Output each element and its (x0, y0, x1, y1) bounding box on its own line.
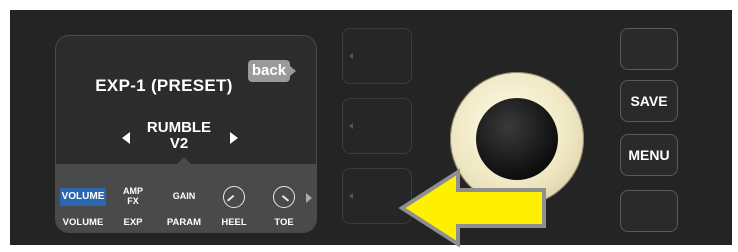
label-heel: HEEL (221, 217, 247, 228)
amp-fx-control[interactable]: AMP FX (116, 186, 150, 206)
soft-button-1[interactable] (342, 28, 412, 84)
label-volume: VOLUME (62, 217, 104, 228)
back-button[interactable]: back (248, 60, 290, 82)
preset-name-line1: RUMBLE (146, 119, 212, 136)
back-arrow-icon (290, 66, 296, 76)
preset-name: RUMBLE V2 (144, 120, 214, 152)
soft-button-2[interactable] (342, 98, 412, 154)
label-exp: EXP (123, 217, 143, 228)
pointer-arrow-icon (398, 168, 546, 248)
label-toe: TOE (274, 217, 294, 228)
amp-control-panel: EXP-1 (PRESET) back RUMBLE V2 VOLUME AMP… (10, 10, 732, 245)
heel-knob-icon[interactable] (223, 186, 245, 208)
preset-name-line2: V2 (169, 135, 189, 152)
preset-title: EXP-1 (PRESET) (95, 76, 233, 95)
control-strip: VOLUME AMP FX GAIN VOLUME EXP PARAM HEEL… (56, 164, 316, 232)
amp-fx-line1: AMP (123, 186, 143, 196)
preset-prev-arrow-icon[interactable] (122, 132, 130, 144)
preset-next-arrow-icon[interactable] (230, 132, 238, 144)
menu-button[interactable]: MENU (620, 134, 678, 176)
toe-knob-icon[interactable] (273, 186, 295, 208)
label-param: PARAM (166, 217, 202, 228)
top-right-button[interactable] (620, 28, 678, 70)
more-arrow-icon[interactable] (306, 193, 312, 203)
lcd-display: EXP-1 (PRESET) back RUMBLE V2 VOLUME AMP… (55, 35, 317, 233)
gain-control[interactable]: GAIN (164, 191, 204, 201)
bottom-right-button[interactable] (620, 190, 678, 232)
amp-fx-line2: FX (127, 196, 139, 206)
save-button[interactable]: SAVE (620, 80, 678, 122)
volume-control-selected[interactable]: VOLUME (60, 188, 106, 206)
notch-indicator (177, 157, 191, 164)
